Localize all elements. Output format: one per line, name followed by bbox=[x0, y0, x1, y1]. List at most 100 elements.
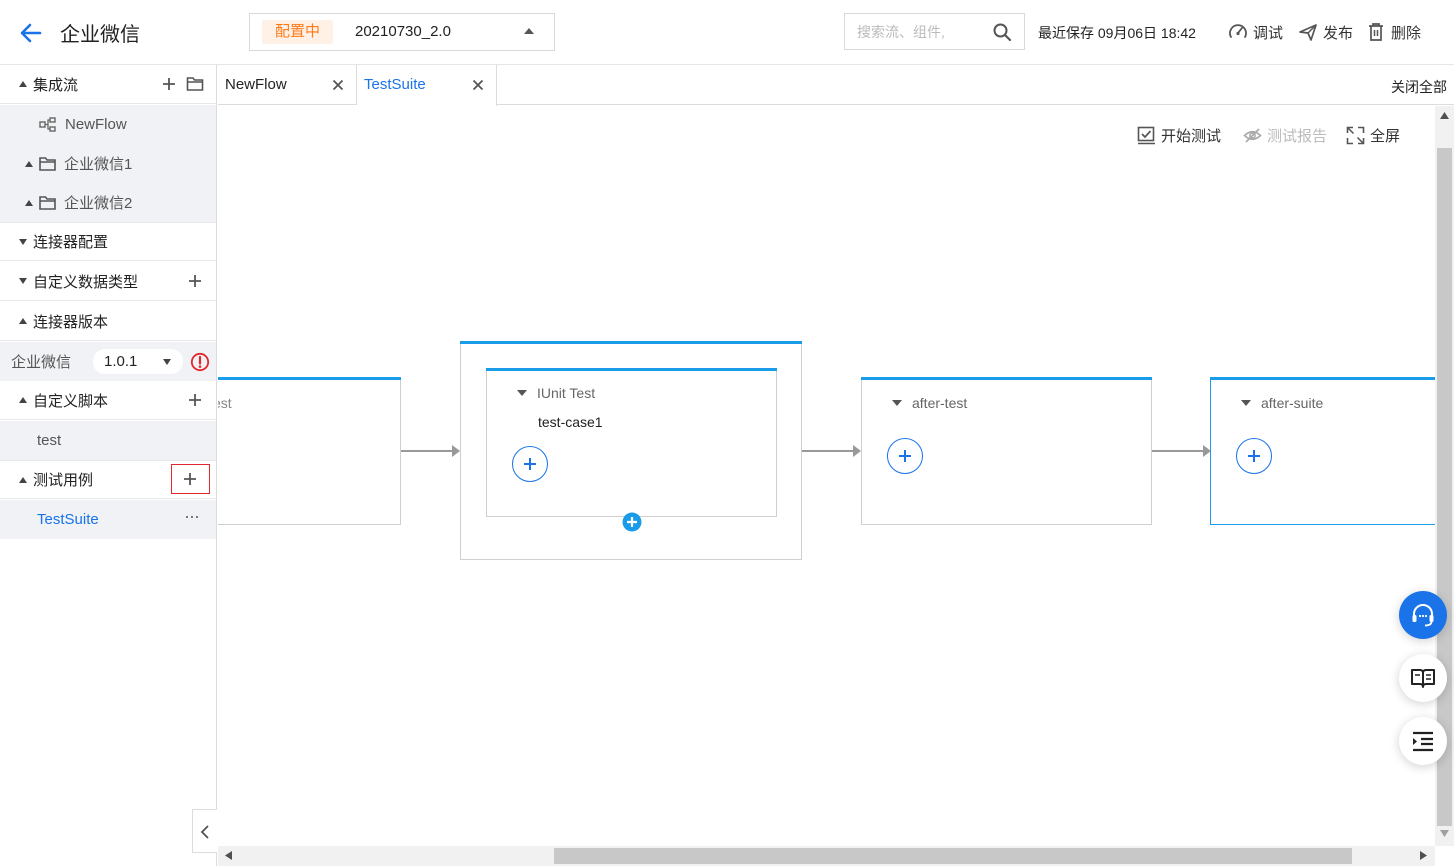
section-label: 连接器版本 bbox=[33, 313, 109, 331]
sidebar: 集成流 NewFlow 企业微信1 企业微信2 连接器配置 自定义数据类型 连接… bbox=[0, 65, 217, 866]
add-step-button[interactable] bbox=[512, 446, 548, 482]
close-icon[interactable] bbox=[472, 79, 484, 91]
eye-hidden-icon bbox=[1243, 128, 1262, 143]
top-header: 企业微信 配置中 20210730_2.0 最近保存 09月06日 18:42 … bbox=[0, 0, 1454, 65]
version-select[interactable]: 配置中 20210730_2.0 bbox=[249, 13, 555, 51]
section-label: 自定义数据类型 bbox=[33, 273, 139, 291]
flow-label: 企业微信1 bbox=[64, 156, 133, 173]
sidebar-item-newflow[interactable]: NewFlow bbox=[0, 105, 216, 144]
arrow-head bbox=[452, 445, 460, 457]
docs-button[interactable] bbox=[1399, 654, 1447, 702]
test-report-button[interactable]: 测试报告 bbox=[1243, 125, 1327, 146]
horizontal-scroll-thumb[interactable] bbox=[554, 848, 1352, 864]
sidebar-item-testsuite[interactable]: TestSuite ··· bbox=[0, 500, 216, 539]
sidebar-item-wecom2[interactable]: 企业微信2 bbox=[0, 183, 216, 222]
customer-service-button[interactable] bbox=[1399, 591, 1447, 639]
folder-icon bbox=[39, 156, 56, 171]
custom-scripts-section[interactable]: 自定义脚本 bbox=[0, 381, 216, 420]
node-topline bbox=[460, 341, 802, 344]
caret-up-icon bbox=[19, 476, 27, 483]
add-step-button[interactable] bbox=[887, 438, 923, 474]
test-cases-section[interactable]: 测试用例 bbox=[0, 460, 216, 499]
node-header[interactable]: IUnit Test bbox=[517, 385, 595, 401]
node-title: after-suite bbox=[1261, 395, 1324, 411]
node-topline bbox=[486, 368, 777, 371]
delete-label: 删除 bbox=[1391, 24, 1422, 42]
iunit-test-node[interactable]: IUnit Test test-case1 bbox=[486, 368, 777, 517]
before-node[interactable]: est bbox=[218, 377, 401, 525]
connector-version-row: 企业微信 1.0.1 bbox=[0, 342, 216, 381]
section-label: 集成流 bbox=[33, 76, 79, 94]
close-icon[interactable] bbox=[332, 79, 344, 91]
connector-arrow bbox=[1152, 450, 1204, 452]
add-test-case-button[interactable] bbox=[171, 464, 210, 494]
more-icon[interactable]: ··· bbox=[184, 506, 200, 527]
tab-label: TestSuite bbox=[364, 76, 426, 93]
scroll-down-icon[interactable] bbox=[1440, 830, 1449, 837]
plus-icon[interactable] bbox=[187, 273, 203, 289]
flow-label: 企业微信2 bbox=[64, 195, 133, 212]
node-header[interactable]: after-test bbox=[892, 395, 967, 411]
flow-canvas[interactable]: 开始测试 测试报告 全屏 est IUnit Test test bbox=[218, 106, 1435, 846]
start-test-label: 开始测试 bbox=[1161, 128, 1222, 145]
publish-label: 发布 bbox=[1323, 24, 1354, 42]
debug-button[interactable]: 调试 bbox=[1228, 21, 1283, 43]
book-icon bbox=[1411, 669, 1435, 688]
scroll-right-icon[interactable] bbox=[1420, 851, 1427, 860]
horizontal-scrollbar[interactable] bbox=[218, 846, 1435, 866]
tab-label: NewFlow bbox=[225, 76, 287, 93]
start-test-button[interactable]: 开始测试 bbox=[1137, 125, 1221, 146]
plus-icon[interactable] bbox=[161, 76, 177, 92]
section-label: 自定义脚本 bbox=[33, 392, 109, 410]
test-group-node[interactable]: IUnit Test test-case1 bbox=[460, 341, 802, 560]
publish-button[interactable]: 发布 bbox=[1298, 21, 1353, 43]
caret-up-icon bbox=[524, 28, 534, 34]
fullscreen-button[interactable]: 全屏 bbox=[1346, 125, 1400, 146]
delete-button[interactable]: 删除 bbox=[1366, 21, 1421, 43]
caret-up-icon bbox=[19, 318, 27, 324]
after-test-node[interactable]: after-test bbox=[861, 377, 1152, 525]
caret-up-icon bbox=[25, 199, 33, 206]
chevron-left-icon bbox=[200, 825, 209, 839]
version-dropdown[interactable]: 1.0.1 bbox=[93, 349, 183, 374]
tab-newflow[interactable]: NewFlow bbox=[218, 65, 357, 105]
connector-arrow bbox=[401, 450, 453, 452]
sidebar-item-wecom1[interactable]: 企业微信1 bbox=[0, 144, 216, 183]
scroll-left-icon[interactable] bbox=[225, 851, 232, 860]
version-value: 20210730_2.0 bbox=[355, 23, 451, 40]
tab-bar: NewFlow TestSuite 关闭全部 bbox=[218, 65, 1454, 106]
node-title: IUnit Test bbox=[537, 385, 596, 401]
back-arrow-icon[interactable] bbox=[18, 20, 44, 46]
caret-up-icon bbox=[19, 81, 27, 87]
plus-icon[interactable] bbox=[187, 392, 203, 408]
caret-up-icon bbox=[25, 160, 33, 167]
connector-config-section[interactable]: 连接器配置 bbox=[0, 222, 216, 261]
section-label: 测试用例 bbox=[33, 472, 94, 489]
node-header[interactable]: after-suite bbox=[1241, 395, 1323, 411]
last-save-time: 最近保存 09月06日 18:42 bbox=[1038, 25, 1196, 41]
add-node-icon[interactable] bbox=[622, 512, 642, 532]
folder-icon[interactable] bbox=[186, 76, 204, 92]
tab-testsuite[interactable]: TestSuite bbox=[357, 65, 497, 106]
gauge-icon bbox=[1229, 24, 1247, 38]
search-input[interactable] bbox=[857, 22, 987, 42]
sidebar-item-script-test[interactable]: test bbox=[0, 421, 216, 460]
debug-label: 调试 bbox=[1253, 24, 1284, 42]
add-step-button[interactable] bbox=[1236, 438, 1272, 474]
node-title: est bbox=[218, 395, 232, 411]
custom-data-types-section[interactable]: 自定义数据类型 bbox=[0, 262, 216, 301]
integration-flow-section[interactable]: 集成流 bbox=[0, 65, 216, 104]
outline-button[interactable] bbox=[1399, 717, 1447, 765]
checkbox-icon bbox=[1137, 126, 1155, 145]
alert-icon[interactable] bbox=[190, 352, 210, 372]
test-case-item[interactable]: test-case1 bbox=[538, 414, 603, 430]
connector-version-section[interactable]: 连接器版本 bbox=[0, 302, 216, 341]
indent-list-icon bbox=[1413, 731, 1433, 752]
search-icon[interactable] bbox=[992, 22, 1012, 42]
collapse-sidebar-button[interactable] bbox=[192, 809, 217, 853]
connector-name: 企业微信 bbox=[11, 354, 72, 371]
scroll-up-icon[interactable] bbox=[1440, 112, 1449, 119]
app-title: 企业微信 bbox=[60, 24, 140, 46]
after-suite-node[interactable]: after-suite bbox=[1210, 377, 1435, 525]
close-all-tabs[interactable]: 关闭全部 bbox=[1391, 77, 1447, 97]
